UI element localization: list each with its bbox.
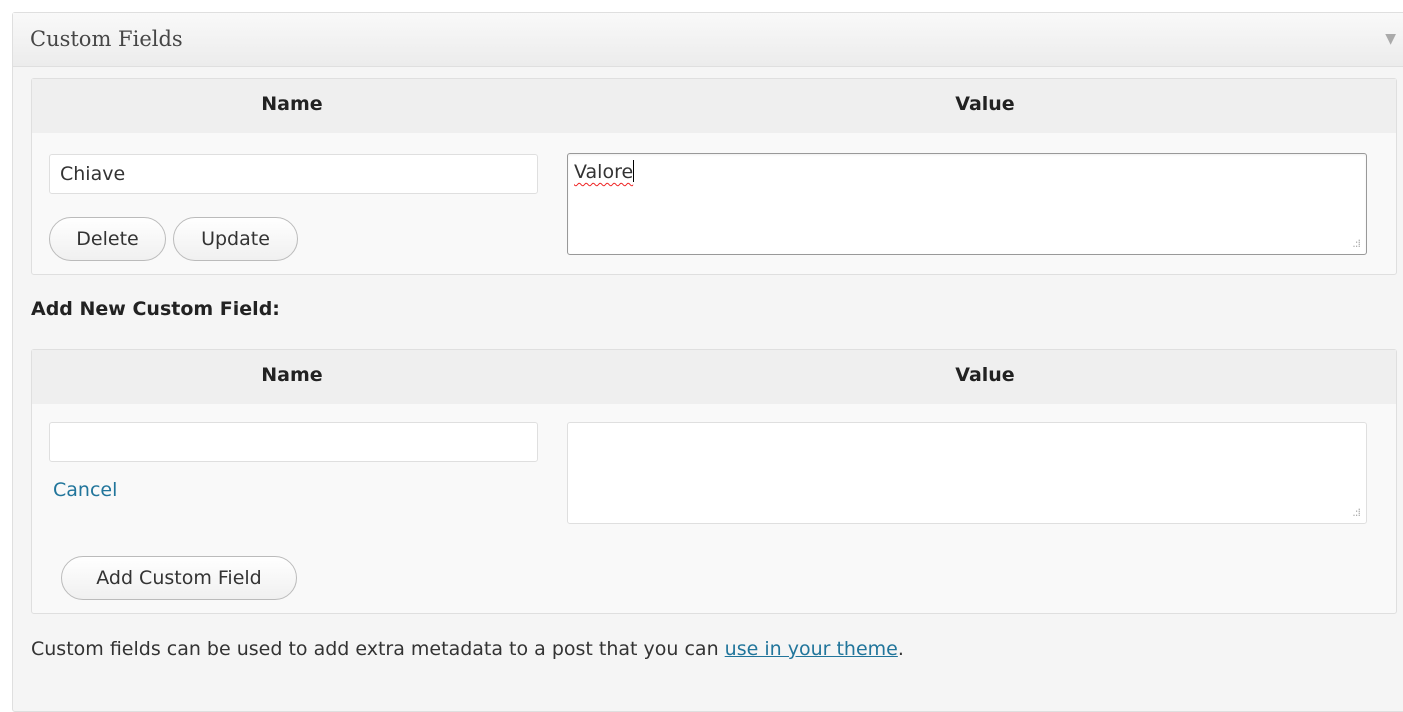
existing-fields-table: Name Value Valore .:⁞ Delete Update [31, 78, 1397, 275]
column-header-value: Value [955, 364, 1015, 386]
column-header-name: Name [261, 364, 323, 386]
new-meta-value-textarea[interactable]: .:⁞ [567, 422, 1367, 524]
cancel-link[interactable]: Cancel [53, 479, 117, 501]
new-meta-key-input[interactable] [49, 422, 538, 462]
meta-value-textarea[interactable]: Valore .:⁞ [567, 153, 1367, 255]
box-title: Custom Fields [30, 27, 183, 51]
table-header: Name Value [32, 350, 1396, 404]
help-text-before: Custom fields can be used to add extra m… [31, 638, 725, 660]
update-button[interactable]: Update [173, 217, 298, 261]
use-in-theme-link[interactable]: use in your theme [725, 638, 898, 660]
add-custom-field-button[interactable]: Add Custom Field [61, 556, 297, 600]
delete-button[interactable]: Delete [49, 217, 166, 261]
text-caret [633, 160, 635, 182]
meta-value-text: Valore [574, 161, 634, 183]
triangle-down-icon[interactable]: ▼ [1385, 31, 1396, 47]
custom-fields-box: Custom Fields ▼ Name Value Valore .:⁞ De… [12, 12, 1403, 712]
help-text-after: . [897, 638, 904, 660]
resize-grip-icon[interactable]: .:⁞ [1352, 507, 1361, 518]
column-header-value: Value [955, 93, 1015, 115]
resize-grip-icon[interactable]: .:⁞ [1352, 238, 1361, 249]
box-header[interactable]: Custom Fields ▼ [13, 13, 1403, 67]
meta-key-input[interactable] [49, 154, 538, 194]
add-new-heading: Add New Custom Field: [31, 298, 280, 320]
column-header-name: Name [261, 93, 323, 115]
help-text: Custom fields can be used to add extra m… [31, 638, 904, 660]
table-header: Name Value [32, 79, 1396, 133]
add-new-field-table: Name Value Cancel .:⁞ Add Custom Field [31, 349, 1397, 614]
